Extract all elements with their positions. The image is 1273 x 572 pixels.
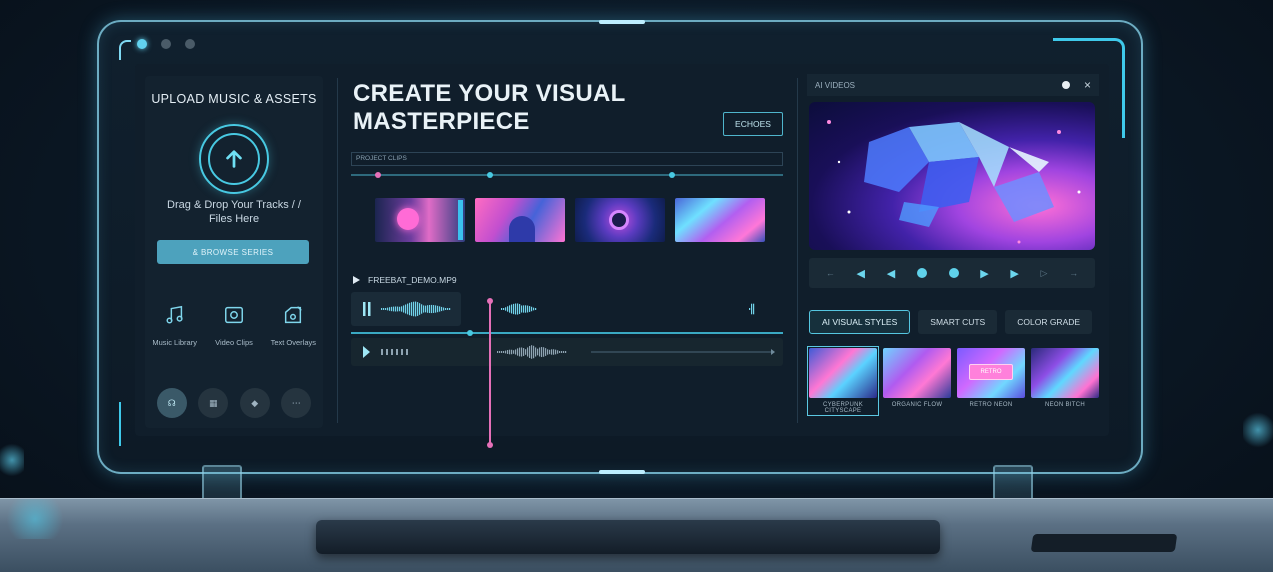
tool-music-library[interactable]: Music Library [147, 304, 203, 350]
panel-divider [337, 78, 338, 423]
preview-panel: AI VIDEOS × ← ◀ ◀ ▶ ▶ ▷ → AI VISUAL STYL… [807, 74, 1099, 430]
play-icon[interactable] [353, 276, 360, 284]
drop-zone-text: Drag & Drop Your Tracks / / Files Here [167, 199, 301, 225]
waveform [363, 345, 775, 359]
timeline-scrubber[interactable] [351, 172, 783, 178]
panel-divider [797, 78, 798, 423]
step-back-icon[interactable]: ◀ [857, 267, 865, 280]
playback-controls: ← ◀ ◀ ▶ ▶ ▷ → [809, 258, 1095, 288]
headline-line: MASTERPIECE [353, 108, 530, 135]
rewind-start-icon[interactable]: ← [826, 268, 835, 278]
track-divider [351, 330, 783, 336]
tool-label: Music Library [152, 338, 197, 347]
step-forward-icon[interactable]: ▷ [1041, 268, 1048, 279]
tool-label: Text Overlays [270, 338, 317, 347]
play-icon[interactable]: ▶ [980, 267, 988, 280]
clip-thumbnail[interactable] [675, 198, 765, 242]
style-card[interactable]: NEON BITCH [1031, 348, 1099, 414]
music-note-icon [166, 305, 183, 324]
video-preview[interactable] [809, 102, 1095, 250]
more-icon[interactable]: ⋯ [281, 388, 312, 418]
playhead[interactable] [487, 298, 493, 448]
upload-panel: UPLOAD MUSIC & ASSETS Drag & Drop Your T… [145, 76, 323, 428]
tab-smart-cuts[interactable]: SMART CUTS [918, 310, 998, 334]
style-inset-label: RETRO [969, 364, 1013, 380]
timeline-marker[interactable] [375, 172, 381, 178]
window-dot-active[interactable] [137, 39, 147, 49]
style-label: ORGANIC FLOW [891, 402, 943, 408]
timeline-marker[interactable] [669, 172, 675, 178]
app-screen: UPLOAD MUSIC & ASSETS Drag & Drop Your T… [135, 64, 1109, 544]
ambient-glow-right [1243, 410, 1273, 450]
clip-thumbnail[interactable] [475, 198, 565, 242]
style-label: RETRO NEON [969, 402, 1013, 408]
style-thumbnail [883, 348, 951, 398]
timeline-label: PROJECT CLIPS [351, 152, 783, 166]
track-name: FREEBAT_DEMO.MP9 [368, 275, 457, 285]
next-icon[interactable]: ▶ [1010, 267, 1018, 280]
preview-title: AI VIDEOS [815, 80, 856, 90]
video-clip-icon [225, 306, 243, 324]
window-dot[interactable] [185, 39, 195, 49]
waveform [363, 301, 755, 317]
upload-title: UPLOAD MUSIC & ASSETS [151, 92, 317, 106]
panel-mode-buttons: ☊ ▦ ◆ ⋯ [145, 388, 323, 418]
window-controls [137, 39, 195, 49]
forward-end-icon[interactable]: → [1069, 268, 1078, 278]
browse-files-button[interactable]: & BROWSE SERIES [157, 240, 309, 264]
page-title: CREATE YOUR VISUAL MASTERPIECE [353, 80, 626, 136]
style-tabs: AI VISUAL STYLES SMART CUTS COLOR GRADE [809, 310, 1099, 334]
headphones-icon[interactable]: ☊ [156, 388, 187, 418]
editor-panel: CREATE YOUR VISUAL MASTERPIECE ECHOES PR… [349, 64, 789, 544]
timeline-marker[interactable] [487, 172, 493, 178]
style-card[interactable]: RETRO RETRO NEON [957, 348, 1025, 414]
audio-waveform-track-2[interactable] [351, 338, 783, 366]
style-label: CYBERPUNK CITYSCAPE [822, 402, 864, 414]
ambient-glow-left [0, 440, 24, 480]
clip-thumbnail[interactable] [575, 198, 665, 242]
stop-icon[interactable] [948, 268, 959, 278]
clip-thumbnail[interactable] [375, 198, 465, 242]
audio-track-header: FREEBAT_DEMO.MP9 [353, 275, 457, 285]
window-dot[interactable] [161, 39, 171, 49]
previous-icon[interactable]: ◀ [887, 267, 895, 280]
upload-button[interactable] [199, 124, 269, 194]
tab-color-grade[interactable]: COLOR GRADE [1005, 310, 1093, 334]
tool-video-clips[interactable]: Video Clips [206, 304, 262, 350]
preview-header: AI VIDEOS × [807, 74, 1099, 96]
record-indicator-icon[interactable] [1061, 81, 1070, 89]
tool-text-overlays[interactable]: Text Overlays [265, 304, 321, 350]
keyboard [316, 520, 940, 554]
record-icon[interactable] [916, 268, 927, 278]
headline-line: CREATE YOUR VISUAL [353, 80, 626, 107]
text-overlay-icon [285, 306, 303, 324]
monitor-top-indicator [599, 20, 645, 24]
style-gallery: CYBERPUNK CITYSCAPE ORGANIC FLOW RETRO R… [807, 346, 1099, 416]
grid-icon[interactable]: ▦ [198, 388, 229, 418]
asset-tools: Music Library Video Clips Text Overlays [145, 304, 323, 350]
frame-corner-accent [119, 40, 131, 60]
preview-artwork [827, 120, 1081, 244]
style-card[interactable]: CYBERPUNK CITYSCAPE [807, 346, 879, 416]
style-thumbnail [809, 348, 877, 398]
close-icon[interactable]: × [1084, 78, 1091, 92]
effects-icon[interactable]: ◆ [239, 388, 270, 418]
monitor-frame: UPLOAD MUSIC & ASSETS Drag & Drop Your T… [97, 20, 1143, 544]
tab-ai-visual-styles[interactable]: AI VISUAL STYLES [809, 310, 911, 334]
echoes-button[interactable]: ECHOES [723, 112, 783, 136]
phone [1030, 534, 1178, 552]
style-thumbnail: RETRO [957, 348, 1025, 398]
style-label: NEON BITCH [1044, 402, 1085, 408]
clip-thumbnails [375, 198, 775, 242]
style-card[interactable]: ORGANIC FLOW [883, 348, 951, 414]
style-thumbnail [1031, 348, 1099, 398]
frame-edge-accent [119, 402, 121, 446]
audio-waveform-track[interactable]: sequence [351, 292, 783, 544]
upload-arrow-icon [226, 150, 242, 168]
tool-label: Video Clips [215, 338, 253, 347]
monitor-bottom-indicator [599, 470, 645, 474]
